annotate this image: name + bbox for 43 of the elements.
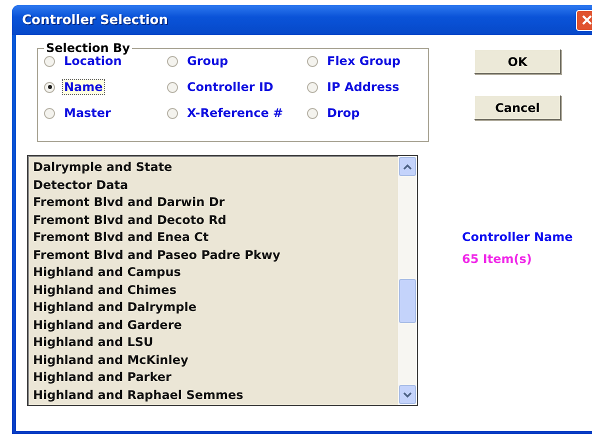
list-item[interactable]: Fremont Blvd and Darwin Dr [33, 194, 398, 212]
ok-button[interactable]: OK [474, 49, 561, 74]
radio-button[interactable] [167, 56, 178, 66]
close-icon [580, 14, 592, 26]
list-item[interactable]: Highland and Raphael Semmes [33, 386, 398, 404]
window-title: Controller Selection [21, 12, 168, 28]
radio-button[interactable] [307, 108, 318, 118]
list-item[interactable]: Fremont Blvd and Decoto Rd [33, 212, 398, 229]
list-item[interactable]: Highland and Dalrymple [33, 299, 398, 316]
list-item[interactable]: Highland and Parker [33, 369, 398, 386]
list-item[interactable]: Fremont Blvd and Enea Ct [33, 229, 398, 246]
radio-option[interactable]: Drop [307, 104, 427, 122]
radio-button[interactable] [44, 82, 55, 92]
list-item[interactable]: Highland and Campus [33, 264, 398, 282]
scroll-thumb[interactable] [399, 279, 416, 323]
scroll-up-button[interactable] [399, 157, 416, 176]
cancel-button[interactable]: Cancel [474, 95, 561, 120]
radio-option[interactable]: X-Reference # [167, 104, 307, 122]
radio-button[interactable] [44, 108, 55, 118]
radio-button[interactable] [167, 108, 178, 118]
radio-option[interactable]: Master [44, 104, 167, 122]
radio-option[interactable]: Flex Group [307, 52, 427, 70]
group-label: Selection By [45, 41, 131, 55]
radio-option[interactable]: Group [167, 52, 307, 70]
list-item[interactable]: Dalrymple and State [33, 159, 398, 176]
list-item[interactable]: Highland and Chimes [33, 282, 398, 299]
radio-button[interactable] [307, 56, 318, 66]
radio-option[interactable]: IP Address [307, 78, 427, 96]
close-button[interactable] [576, 10, 592, 30]
list-item[interactable]: Highland and LSU [33, 334, 398, 352]
radio-button[interactable] [167, 82, 178, 92]
scroll-down-button[interactable] [399, 385, 416, 404]
list-item[interactable]: Highland and McKinley [33, 352, 398, 369]
radio-button[interactable] [44, 56, 55, 66]
radio-option[interactable]: Controller ID [167, 78, 307, 96]
list-item[interactable]: Fremont Blvd and Paseo Padre Pkwy [33, 246, 398, 264]
controller-name-label: Controller Name [462, 230, 573, 244]
radio-button[interactable] [307, 82, 318, 92]
list-item[interactable]: Highland and Gardere [33, 316, 398, 334]
list-item[interactable]: Detector Data [33, 176, 398, 194]
item-count: 65 Item(s) [462, 252, 533, 266]
radio-option[interactable]: Name [44, 78, 167, 96]
scrollbar[interactable] [398, 156, 417, 405]
